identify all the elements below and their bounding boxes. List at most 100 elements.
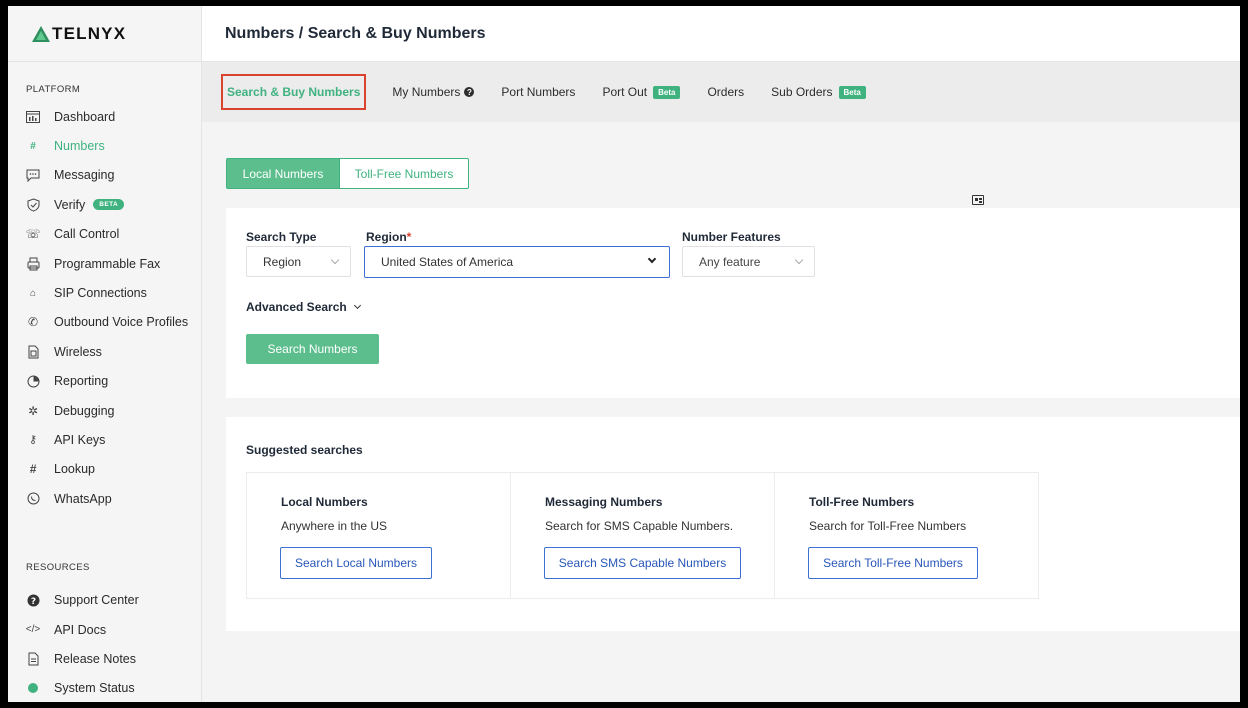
sidebar-item-numbers[interactable]: # Numbers	[8, 131, 201, 160]
number-features-select[interactable]: Any feature	[682, 246, 815, 277]
sidebar-item-verify[interactable]: Verify BETA	[8, 190, 201, 219]
local-numbers-toggle[interactable]: Local Numbers	[226, 158, 340, 189]
page-title: Numbers / Search & Buy Numbers	[225, 24, 486, 42]
search-type-label: Search Type	[246, 230, 317, 244]
brand-name: TELNYX	[52, 23, 127, 43]
search-numbers-button[interactable]: Search Numbers	[246, 334, 379, 364]
verify-shield-icon	[26, 198, 40, 212]
sidebar-item-label: System Status	[54, 681, 135, 696]
id-card-icon[interactable]	[972, 195, 984, 205]
sidebar-item-label: Numbers	[54, 139, 105, 154]
sidebar-item-label: Verify	[54, 197, 86, 212]
advanced-search-label: Advanced Search	[246, 300, 347, 314]
number-features-value: Any feature	[699, 254, 761, 269]
sip-icon: ⌂	[29, 287, 37, 299]
tab-port-out[interactable]: Port Out Beta	[602, 85, 681, 99]
code-icon: </>	[25, 624, 41, 636]
search-toll-free-numbers-button[interactable]: Search Toll-Free Numbers	[808, 547, 978, 579]
chevron-down-icon	[647, 254, 657, 264]
telnyx-logo-icon	[32, 25, 50, 42]
sidebar-item-messaging[interactable]: Messaging	[8, 161, 201, 190]
suggestion-heading: Local Numbers	[281, 495, 368, 509]
sidebar-item-label: API Keys	[54, 432, 106, 447]
tab-label: My Numbers	[392, 85, 461, 99]
suggestion-toll-free-numbers: Toll-Free Numbers Search for Toll-Free N…	[775, 473, 1038, 598]
sidebar-item-api-keys[interactable]: ⚷ API Keys	[8, 425, 201, 454]
sidebar-item-wireless[interactable]: Wireless	[8, 337, 201, 366]
whatsapp-icon	[26, 492, 40, 506]
sidebar-item-whatsapp[interactable]: WhatsApp	[8, 484, 201, 513]
tab-label: Search & Buy Numbers	[227, 85, 361, 99]
suggested-searches-title: Suggested searches	[246, 443, 363, 457]
sidebar-item-label: SIP Connections	[54, 286, 147, 301]
sidebar: TELNYX PLATFORM Dashboard # Numbers Mess…	[8, 6, 202, 702]
advanced-search-toggle[interactable]: Advanced Search	[246, 300, 361, 314]
help-icon: ?	[26, 593, 40, 607]
suggestion-heading: Messaging Numbers	[545, 495, 663, 509]
numbers-tabs: Search & Buy Numbers My Numbers ? Port N…	[202, 62, 1240, 122]
main-content: Search & Buy Numbers My Numbers ? Port N…	[202, 62, 1240, 702]
search-panel: Search Type Region Region* United States…	[226, 208, 1240, 398]
help-circle-icon[interactable]: ?	[464, 87, 475, 97]
messaging-icon	[26, 168, 40, 182]
sidebar-item-sip-connections[interactable]: ⌂ SIP Connections	[8, 278, 201, 307]
sidebar-item-reporting[interactable]: Reporting	[8, 367, 201, 396]
app-window: TELNYX PLATFORM Dashboard # Numbers Mess…	[8, 6, 1240, 702]
suggestion-description: Search for SMS Capable Numbers.	[545, 519, 734, 533]
telnyx-logo[interactable]: TELNYX	[8, 6, 201, 62]
number-features-label: Number Features	[682, 230, 781, 244]
sidebar-item-programmable-fax[interactable]: Programmable Fax	[8, 249, 201, 278]
platform-section-label: PLATFORM	[26, 84, 81, 95]
search-type-select[interactable]: Region	[246, 246, 351, 277]
key-icon: ⚷	[28, 434, 38, 447]
pie-chart-icon	[26, 374, 40, 388]
sidebar-item-support-center[interactable]: ? Support Center	[8, 585, 201, 614]
region-label: Region*	[366, 230, 411, 244]
search-sms-capable-numbers-button[interactable]: Search SMS Capable Numbers	[544, 547, 741, 579]
beta-badge: BETA	[93, 199, 125, 211]
suggested-searches-panel: Suggested searches Local Numbers Anywher…	[226, 417, 1240, 631]
sidebar-item-system-status[interactable]: System Status	[8, 674, 201, 702]
chevron-down-icon	[330, 255, 340, 265]
bug-icon: ✲	[27, 403, 39, 418]
number-type-toggle: Local Numbers Toll-Free Numbers	[226, 158, 469, 189]
suggestion-description: Search for Toll-Free Numbers	[809, 519, 967, 533]
tab-port-numbers[interactable]: Port Numbers	[501, 85, 575, 99]
toll-free-numbers-toggle[interactable]: Toll-Free Numbers	[340, 158, 469, 189]
sidebar-item-release-notes[interactable]: Release Notes	[8, 644, 201, 673]
sidebar-item-debugging[interactable]: ✲ Debugging	[8, 396, 201, 425]
suggestion-messaging-numbers: Messaging Numbers Search for SMS Capable…	[511, 473, 775, 598]
call-control-icon: ☏	[25, 227, 41, 242]
tab-my-numbers[interactable]: My Numbers ?	[392, 85, 475, 99]
sidebar-item-label: Wireless	[54, 344, 102, 359]
tab-orders[interactable]: Orders	[707, 85, 744, 99]
numbers-icon: #	[30, 140, 36, 152]
sidebar-item-api-docs[interactable]: </> API Docs	[8, 615, 201, 644]
sidebar-item-lookup[interactable]: # Lookup	[8, 455, 201, 484]
chevron-down-icon	[794, 255, 804, 265]
suggestion-local-numbers: Local Numbers Anywhere in the US Search …	[247, 473, 511, 598]
svg-text:?: ?	[30, 597, 35, 607]
search-local-numbers-button[interactable]: Search Local Numbers	[280, 547, 432, 579]
sidebar-item-outbound-voice-profiles[interactable]: ✆ Outbound Voice Profiles	[8, 308, 201, 337]
tab-label: Port Out	[602, 85, 648, 99]
tab-label: Orders	[707, 85, 745, 99]
region-select[interactable]: United States of America	[364, 246, 670, 278]
region-label-text: Region	[366, 230, 407, 244]
tab-sub-orders[interactable]: Sub Orders Beta	[771, 85, 866, 99]
sidebar-item-dashboard[interactable]: Dashboard	[8, 102, 201, 131]
region-value: United States of America	[381, 255, 514, 269]
sidebar-item-label: Reporting	[54, 374, 109, 389]
suggestion-heading: Toll-Free Numbers	[809, 495, 915, 509]
beta-tag: Beta	[653, 85, 681, 99]
sidebar-item-label: API Docs	[54, 622, 107, 637]
required-mark: *	[406, 230, 412, 244]
hash-icon: #	[29, 462, 37, 477]
sidebar-item-label: Programmable Fax	[54, 256, 161, 271]
sidebar-item-call-control[interactable]: ☏ Call Control	[8, 220, 201, 249]
tab-search-buy-numbers[interactable]: Search & Buy Numbers	[221, 74, 367, 110]
sidebar-item-label: Dashboard	[54, 109, 116, 124]
fax-icon	[26, 257, 40, 271]
document-icon	[26, 652, 40, 666]
suggested-searches-grid: Local Numbers Anywhere in the US Search …	[246, 472, 1039, 599]
